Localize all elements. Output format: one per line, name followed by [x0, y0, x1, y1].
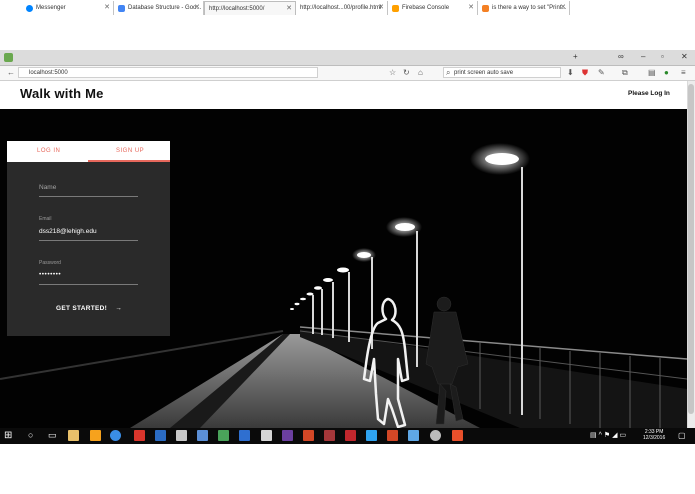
tab-messenger[interactable]: Messenger ✕ [22, 1, 114, 15]
search-text: print screen auto save [454, 70, 514, 76]
access-icon[interactable] [324, 430, 335, 441]
mask-icon: ∞ [618, 52, 624, 61]
menu-icon[interactable]: ≡ [681, 67, 686, 78]
scrollbar-thumb[interactable] [688, 84, 694, 414]
close-icon[interactable]: ✕ [286, 4, 292, 12]
powerpoint-icon[interactable] [387, 430, 398, 441]
close-icon[interactable]: ✕ [104, 3, 110, 11]
shield-icon[interactable]: ⛊ [582, 67, 588, 78]
extension-icon[interactable]: ✎ [598, 67, 605, 78]
tab-label: http://localhost:5000/ [209, 5, 265, 12]
login-link[interactable]: Please Log In [628, 90, 670, 97]
chrome-icon[interactable] [110, 430, 121, 441]
taskbar-clock[interactable]: 2:33 PM 12/3/2016 [643, 429, 665, 441]
calendar-icon[interactable] [261, 430, 272, 441]
app-icon[interactable] [408, 430, 419, 441]
messenger-icon [26, 4, 33, 12]
close-icon[interactable]: ✕ [194, 3, 200, 11]
site-logo[interactable]: Walk with Me [20, 86, 104, 101]
system-tray-icons[interactable]: ▤^⚑◢▭ [590, 431, 628, 440]
browser-app-icon [4, 53, 13, 62]
url-text: localhost:5000 [29, 70, 68, 76]
windows-start-icon[interactable]: ⊞ [4, 430, 12, 441]
window-close-button[interactable]: ✕ [681, 52, 688, 61]
close-icon[interactable]: ✕ [468, 3, 474, 11]
email-field-underline [39, 240, 138, 241]
office-icon[interactable] [303, 430, 314, 441]
account-icon[interactable]: ● [664, 67, 669, 78]
calculator-icon[interactable] [176, 430, 187, 441]
photoshop-icon[interactable] [366, 430, 377, 441]
stackoverflow-icon [482, 4, 489, 12]
auth-tabs: LOG IN SIGN UP [7, 141, 170, 162]
tab-stackoverflow[interactable]: is there a way to set "Print... ✕ [478, 1, 570, 15]
password-field-underline [39, 284, 138, 285]
task-view-icon[interactable]: ▭ [48, 430, 57, 441]
onenote-icon[interactable] [282, 430, 293, 441]
tab-label: http://localhost...00/profile.html [300, 5, 382, 11]
name-field-underline [39, 196, 138, 197]
media-player-icon[interactable] [90, 430, 101, 441]
search-icon[interactable]: ○ [28, 430, 33, 441]
clock-date: 12/3/2016 [643, 435, 666, 441]
email-label: Email [39, 216, 52, 222]
tab-label: Database Structure - Goo... [128, 5, 202, 11]
screenshot-icon[interactable]: ⧉ [622, 67, 628, 78]
arrow-right-icon: → [115, 305, 123, 312]
email-field[interactable]: dss218@lehigh.edu [39, 228, 97, 235]
network-icon[interactable] [197, 430, 208, 441]
tab-log-in[interactable]: LOG IN [37, 148, 60, 154]
app-icon[interactable] [218, 430, 229, 441]
password-label: Password [39, 260, 61, 266]
close-icon[interactable]: ✕ [378, 3, 384, 11]
firebase-icon [392, 4, 399, 12]
bookmark-star-icon[interactable]: ☆ [389, 67, 396, 78]
search-box[interactable]: print screen auto save [443, 67, 561, 78]
back-icon[interactable]: ← [7, 67, 15, 78]
reader-icon[interactable]: ▤ [648, 67, 656, 78]
notifications-icon[interactable]: ▢ [678, 430, 686, 441]
tab-database-structure[interactable]: Database Structure - Goo... ✕ [114, 1, 204, 15]
close-icon[interactable]: ✕ [560, 3, 566, 11]
browser-tab-strip [0, 50, 695, 66]
address-bar[interactable]: localhost:5000 [18, 67, 318, 78]
tab-firebase-console[interactable]: Firebase Console ✕ [388, 1, 478, 15]
get-started-button[interactable]: GET STARTED! → [56, 305, 122, 312]
tab-profile[interactable]: http://localhost...00/profile.html ✕ [296, 1, 388, 15]
tab-label: Firebase Console [402, 5, 450, 11]
maximize-button[interactable]: ▫ [661, 52, 664, 61]
name-field[interactable]: Name [39, 184, 56, 191]
file-explorer-icon[interactable] [68, 430, 79, 441]
acrobat-icon[interactable] [345, 430, 356, 441]
download-icon[interactable]: ⬇ [567, 67, 574, 78]
tab-label: Messenger [36, 5, 66, 11]
vivaldi-icon[interactable] [134, 430, 145, 441]
tab-sign-up[interactable]: SIGN UP [116, 148, 144, 154]
docs-icon [118, 4, 125, 12]
app-icon[interactable] [430, 430, 441, 441]
reload-icon[interactable]: ↻ [403, 67, 410, 78]
tab-localhost[interactable]: http://localhost:5000/ ✕ [204, 1, 296, 15]
git-icon[interactable] [452, 430, 463, 441]
minimize-button[interactable]: – [641, 52, 645, 61]
new-tab-button[interactable]: + [573, 52, 578, 61]
app-icon[interactable] [155, 430, 166, 441]
tab-label: is there a way to set "Print... [492, 5, 567, 11]
home-icon[interactable]: ⌂ [418, 67, 423, 78]
search-icon: ⌕ [446, 68, 451, 77]
app-icon[interactable] [239, 430, 250, 441]
get-started-label: GET STARTED! [56, 305, 108, 312]
password-field[interactable]: •••••••• [39, 271, 61, 278]
